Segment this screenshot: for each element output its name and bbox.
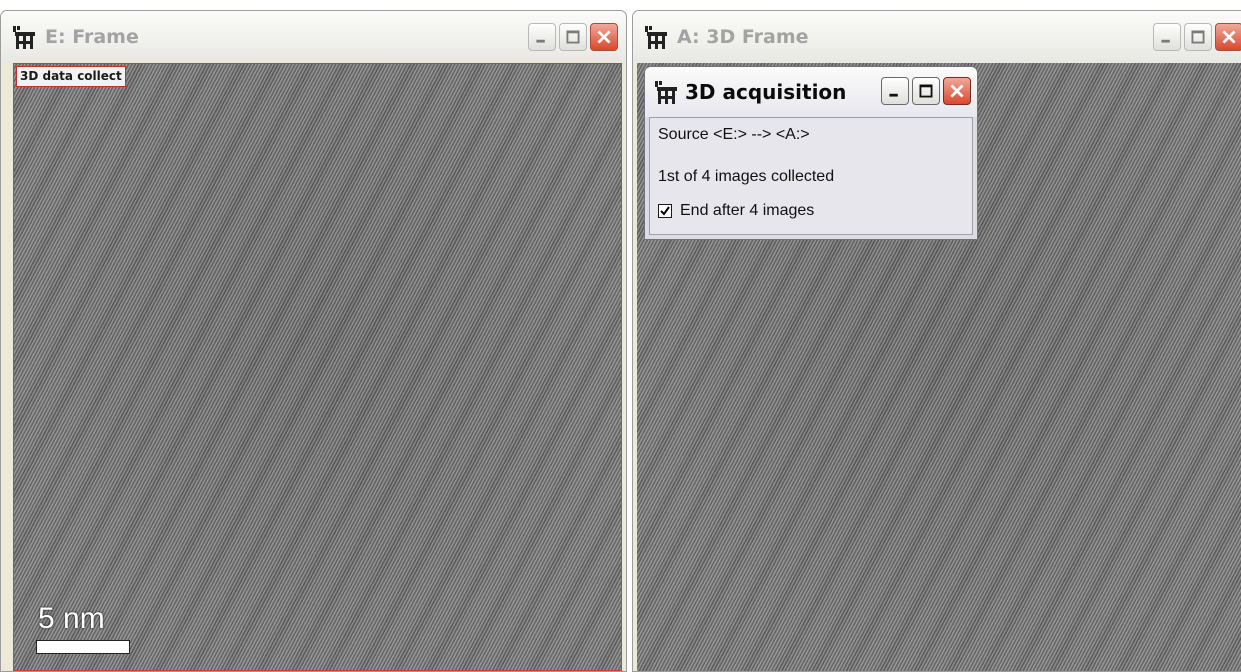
close-button[interactable] [590, 23, 618, 51]
checkmark-icon [660, 206, 670, 216]
scale-bar [36, 640, 130, 654]
tripod-icon [13, 26, 35, 49]
scale-bar-label: 5 nm [38, 602, 105, 635]
checkbox-label: End after 4 images [680, 202, 815, 219]
tripod-icon [645, 26, 667, 49]
close-icon [597, 30, 611, 44]
close-icon [1222, 30, 1236, 44]
minimize-icon [536, 39, 545, 43]
close-button[interactable] [1215, 23, 1241, 51]
status-text: 1st of 4 images collected [658, 168, 835, 185]
dialog-title: 3D acquisition [685, 80, 847, 104]
window-title: E: Frame [45, 26, 139, 48]
maximize-icon [566, 30, 580, 44]
maximize-button[interactable] [1184, 23, 1212, 51]
window-e-titlebar[interactable]: E: Frame [1, 11, 626, 63]
maximize-icon [919, 84, 933, 98]
acquisition-dialog[interactable]: 3D acquisition Source <E:> --> <A:> 1st … [644, 66, 978, 240]
window-a-titlebar[interactable]: A: 3D Frame [633, 11, 1241, 63]
maximize-button[interactable] [559, 23, 587, 51]
minimize-button[interactable] [1153, 23, 1181, 51]
end-after-checkbox-row[interactable]: End after 4 images [658, 202, 814, 220]
close-icon [950, 84, 964, 98]
close-button[interactable] [943, 77, 971, 105]
minimize-button[interactable] [881, 77, 909, 105]
dialog-titlebar[interactable]: 3D acquisition [645, 67, 977, 117]
end-after-checkbox[interactable] [658, 204, 672, 218]
minimize-button[interactable] [528, 23, 556, 51]
minimize-icon [889, 93, 898, 97]
maximize-button[interactable] [912, 77, 940, 105]
frame-window-e[interactable]: E: Frame 3D data collect 5 nm [0, 10, 627, 672]
source-label: Source <E:> --> <A:> [658, 126, 810, 143]
roi-label: 3D data collect [16, 66, 126, 87]
minimize-icon [1161, 39, 1170, 43]
tripod-icon [655, 81, 677, 104]
maximize-icon [1191, 30, 1205, 44]
dialog-body: Source <E:> --> <A:> 1st of 4 images col… [649, 117, 973, 235]
image-viewport[interactable]: 3D data collect 5 nm [13, 63, 622, 671]
window-title: A: 3D Frame [677, 26, 809, 48]
